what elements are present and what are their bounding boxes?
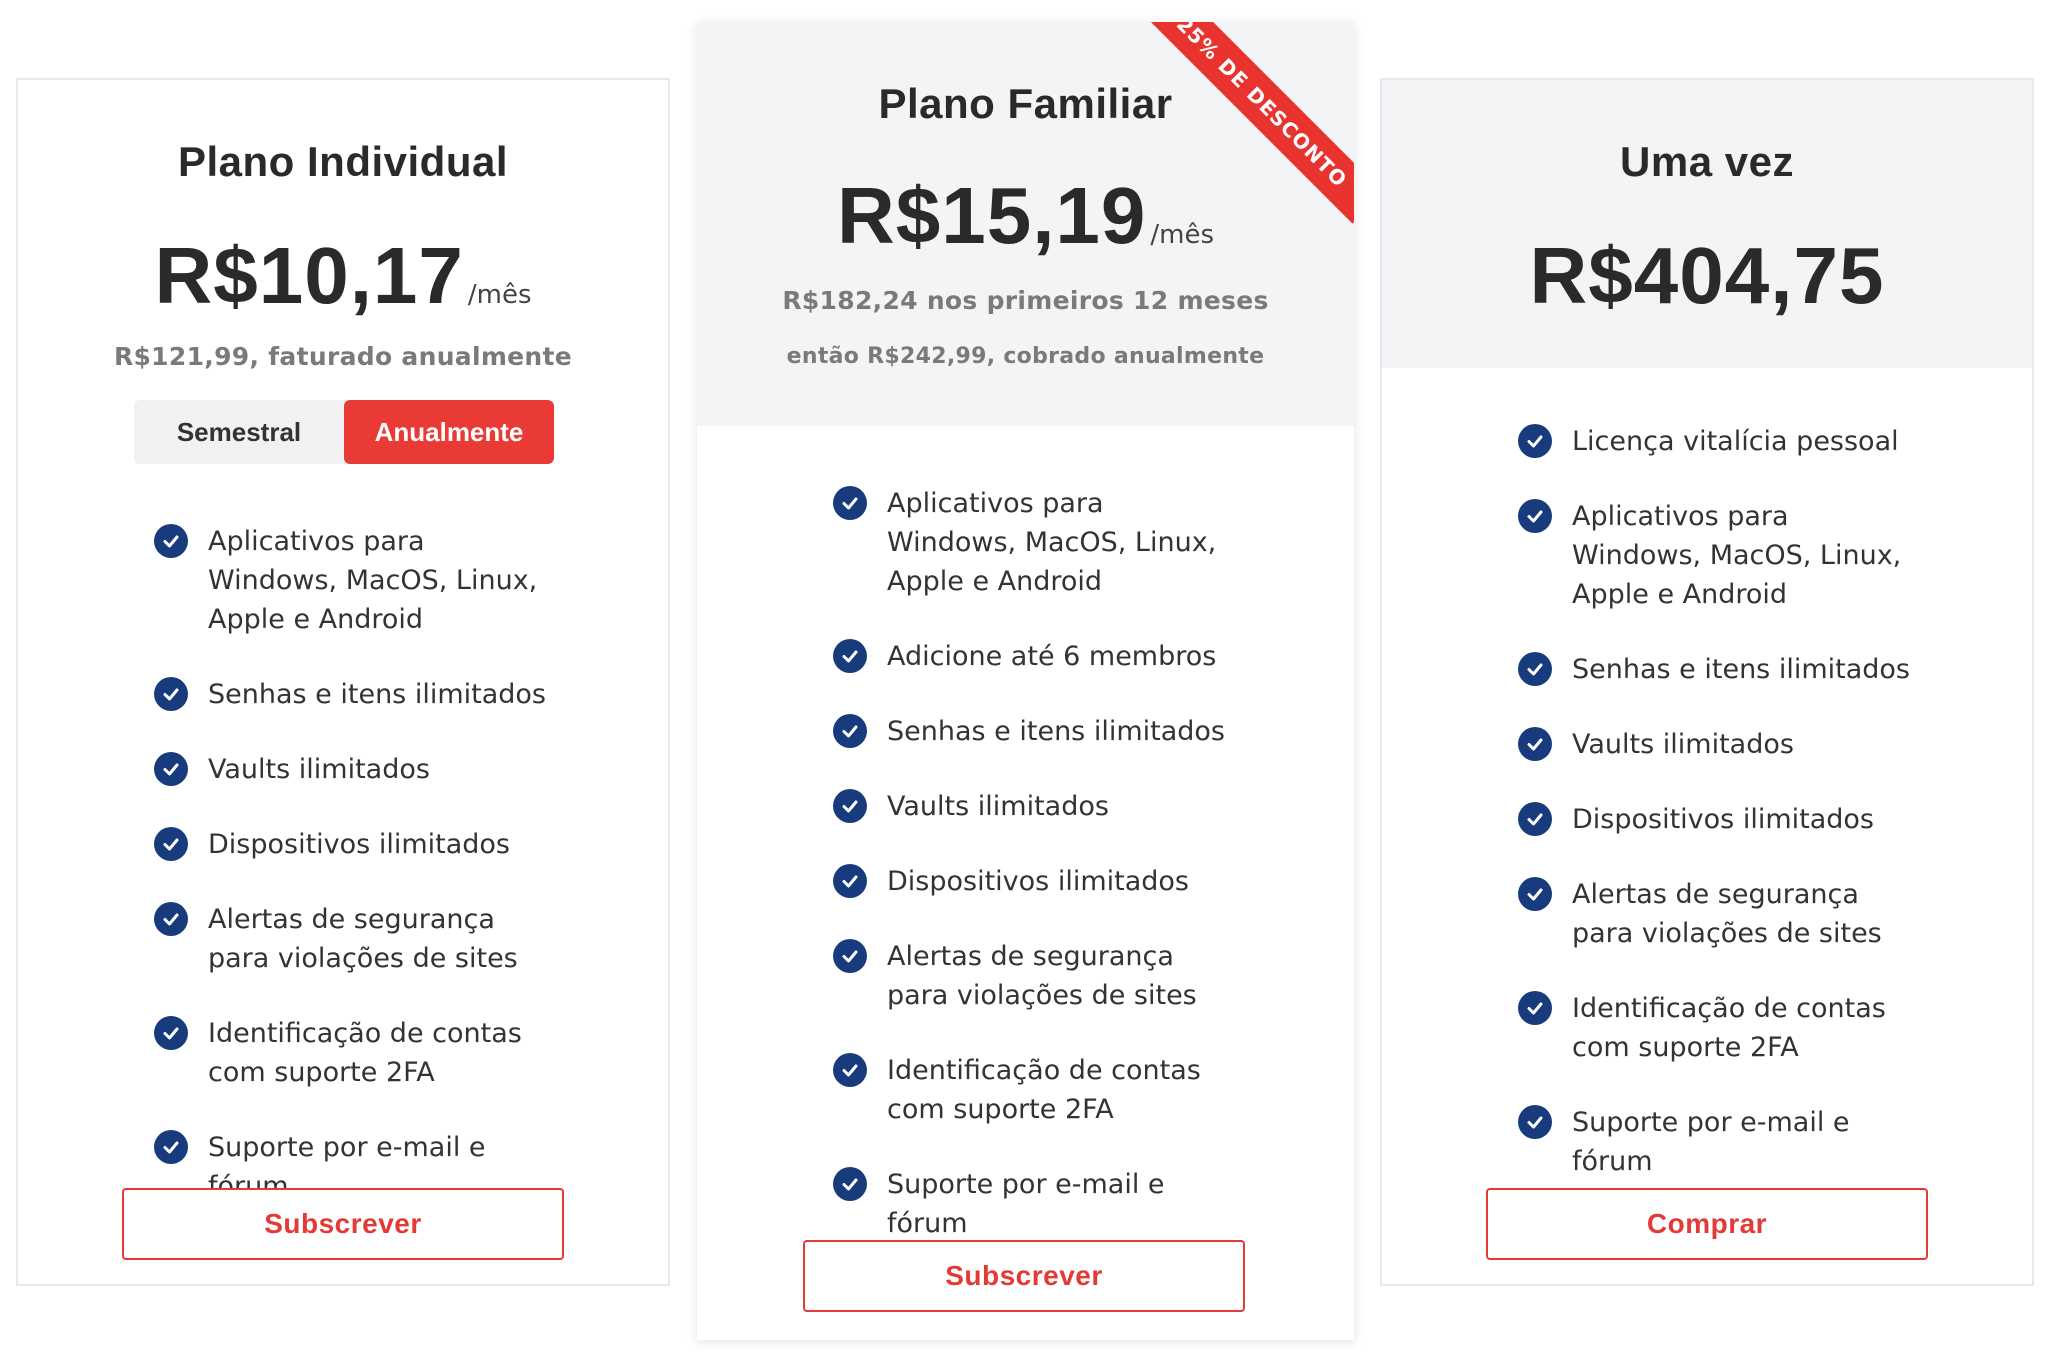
billing-toggle[interactable]: Semestral Anualmente [134,400,554,464]
price: R$15,19 [836,171,1147,260]
feature-list: Aplicativos para Windows, MacOS, Linux, … [833,484,1253,1279]
feature-item: Licença vitalícia pessoal [1518,422,1938,461]
feature-text: Alertas de segurança para violações de s… [208,904,518,974]
subscribe-button[interactable]: Subscrever [803,1240,1245,1312]
check-circle-icon [833,939,867,973]
feature-text: Senhas e itens ilimitados [1572,654,1910,685]
feature-text: Vaults ilimitados [1572,729,1794,760]
feature-list: Aplicativos para Windows, MacOS, Linux, … [154,522,574,1242]
check-circle-icon [154,677,188,711]
feature-text: Senhas e itens ilimitados [208,679,546,710]
feature-text: Identificação de contas com suporte 2FA [208,1018,522,1088]
subscribe-button[interactable]: Subscrever [122,1188,564,1260]
check-circle-icon [833,1167,867,1201]
check-circle-icon [1518,424,1552,458]
plan-card-individual: Plano Individual R$10,17 /mês R$121,99, … [16,78,670,1286]
feature-text: Dispositivos ilimitados [1572,804,1874,835]
feature-text: Suporte por e-mail e fórum [1572,1107,1850,1177]
check-circle-icon [1518,802,1552,836]
plan-title: Plano Individual [177,138,509,185]
plan-header: Uma vez R$404,75 [1382,80,2032,368]
check-circle-icon [1518,499,1552,533]
price: R$10,17 [154,231,464,320]
check-circle-icon [154,827,188,861]
feature-text: Aplicativos para Windows, MacOS, Linux, … [1572,501,1902,610]
feature-item: Aplicativos para Windows, MacOS, Linux, … [154,522,574,639]
feature-text: Aplicativos para Windows, MacOS, Linux, … [208,526,538,635]
buy-button[interactable]: Comprar [1486,1188,1928,1260]
feature-text: Suporte por e-mail e fórum [887,1169,1165,1239]
feature-item: Identificação de contas com suporte 2FA [154,1014,574,1092]
check-circle-icon [1518,652,1552,686]
check-circle-icon [154,1130,188,1164]
feature-item: Senhas e itens ilimitados [1518,650,1938,689]
check-circle-icon [833,1053,867,1087]
feature-item: Aplicativos para Windows, MacOS, Linux, … [1518,497,1938,614]
price-period: /mês [1150,220,1215,250]
feature-item: Alertas de segurança para violações de s… [833,937,1253,1015]
plan-card-family: Plano Familiar R$15,19 /mês R$182,24 nos… [697,22,1354,1340]
feature-item: Senhas e itens ilimitados [154,675,574,714]
feature-text: Vaults ilimitados [208,754,430,785]
feature-item: Vaults ilimitados [833,787,1253,826]
check-circle-icon [833,714,867,748]
toggle-anualmente[interactable]: Anualmente [344,400,554,464]
plan-card-once: Uma vez R$404,75 Licença vitalícia pesso… [1380,78,2034,1286]
billing-note: R$121,99, faturado anualmente [113,342,573,371]
feature-item: Aplicativos para Windows, MacOS, Linux, … [833,484,1253,601]
feature-text: Identificação de contas com suporte 2FA [1572,993,1886,1063]
plan-title: Uma vez [1620,138,1794,185]
check-circle-icon [833,639,867,673]
check-circle-icon [154,752,188,786]
check-circle-icon [1518,1105,1552,1139]
feature-item: Adicione até 6 membros [833,637,1253,676]
feature-text: Dispositivos ilimitados [208,829,510,860]
check-circle-icon [833,864,867,898]
check-circle-icon [154,524,188,558]
check-circle-icon [154,1016,188,1050]
feature-item: Vaults ilimitados [154,750,574,789]
feature-item: Identificação de contas com suporte 2FA [833,1051,1253,1129]
feature-text: Identificação de contas com suporte 2FA [887,1055,1201,1125]
feature-item: Suporte por e-mail e fórum [833,1165,1253,1243]
billing-note: R$182,24 nos primeiros 12 meses [782,286,1269,315]
feature-item: Alertas de segurança para violações de s… [154,900,574,978]
feature-item: Dispositivos ilimitados [154,825,574,864]
feature-item: Vaults ilimitados [1518,725,1938,764]
check-circle-icon [1518,991,1552,1025]
feature-item: Suporte por e-mail e fórum [1518,1103,1938,1181]
feature-item: Dispositivos ilimitados [833,862,1253,901]
price-row: R$10,17 /mês [18,230,668,322]
toggle-semestral[interactable]: Semestral [134,400,344,464]
price: R$404,75 [1529,231,1885,320]
check-circle-icon [833,789,867,823]
check-circle-icon [154,902,188,936]
feature-text: Adicione até 6 membros [887,641,1217,672]
feature-text: Vaults ilimitados [887,791,1109,822]
feature-item: Senhas e itens ilimitados [833,712,1253,751]
feature-text: Dispositivos ilimitados [887,866,1189,897]
price-row: R$15,19 /mês [697,170,1354,262]
feature-text: Senhas e itens ilimitados [887,716,1225,747]
feature-item: Alertas de segurança para violações de s… [1518,875,1938,953]
feature-item: Dispositivos ilimitados [1518,800,1938,839]
feature-text: Licença vitalícia pessoal [1572,426,1899,457]
check-circle-icon [833,486,867,520]
billing-followup: então R$242,99, cobrado anualmente [786,344,1265,369]
feature-list: Licença vitalícia pessoal Aplicativos par… [1518,422,1938,1217]
feature-text: Aplicativos para Windows, MacOS, Linux, … [887,488,1217,597]
price-row: R$404,75 [1382,230,2032,322]
check-circle-icon [1518,877,1552,911]
feature-text: Alertas de segurança para violações de s… [887,941,1197,1011]
feature-item: Identificação de contas com suporte 2FA [1518,989,1938,1067]
check-circle-icon [1518,727,1552,761]
price-period: /mês [467,280,532,310]
feature-text: Alertas de segurança para violações de s… [1572,879,1882,949]
